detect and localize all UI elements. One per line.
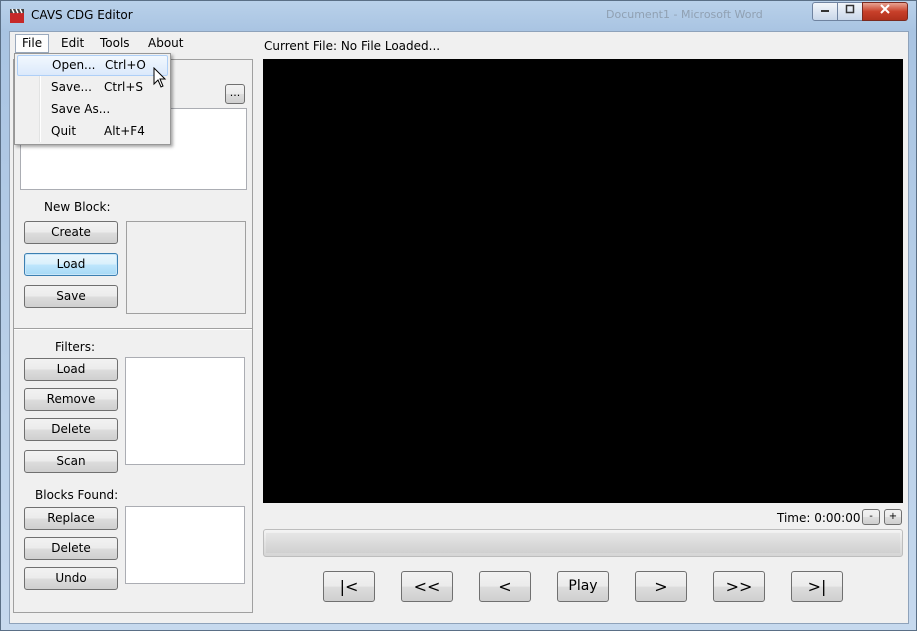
current-file-label: Current File: No File Loaded...	[264, 39, 441, 53]
app-window: CAVS CDG Editor Document1 - Microsoft Wo…	[0, 0, 917, 631]
remove-filter-button[interactable]: Remove	[24, 388, 118, 411]
minimize-icon	[821, 10, 829, 12]
undo-button[interactable]: Undo	[24, 567, 118, 590]
menu-quit[interactable]: Quit Alt+F4	[17, 121, 168, 142]
blocks-found-listbox[interactable]	[125, 506, 245, 584]
menu-tools[interactable]: Tools	[94, 34, 136, 53]
fast-forward-button[interactable]: >>	[713, 571, 765, 602]
menu-save-as[interactable]: Save As...	[17, 99, 168, 120]
menu-file[interactable]: File	[15, 34, 50, 53]
menu-save-shortcut: Ctrl+S	[104, 80, 144, 94]
menu-save[interactable]: Save... Ctrl+S	[17, 77, 168, 98]
filters-heading: Filters:	[55, 340, 96, 354]
block-preview	[126, 221, 246, 314]
filters-listbox[interactable]	[125, 357, 245, 465]
menu-edit[interactable]: Edit	[55, 34, 90, 53]
last-frame-button[interactable]: >|	[791, 571, 843, 602]
clapperboard-icon	[10, 8, 24, 23]
seek-bar-track	[266, 533, 900, 553]
create-block-button[interactable]: Create	[24, 221, 118, 244]
load-filter-button[interactable]: Load	[24, 358, 118, 381]
window-title: CAVS CDG Editor	[31, 8, 133, 22]
play-button[interactable]: Play	[557, 571, 609, 602]
rewind-button[interactable]: <<	[401, 571, 453, 602]
menu-bar: File Edit Tools About	[10, 32, 252, 54]
menu-save-label: Save...	[51, 80, 92, 94]
file-menu-dropdown: Open... Ctrl+O Save... Ctrl+S Save As...…	[14, 53, 171, 145]
video-display	[263, 59, 903, 503]
replace-button[interactable]: Replace	[24, 507, 118, 530]
browse-button[interactable]: ...	[225, 84, 245, 104]
zoom-in-button[interactable]: +	[884, 509, 902, 525]
title-bar[interactable]: CAVS CDG Editor Document1 - Microsoft Wo…	[1, 1, 916, 31]
previous-frame-button[interactable]: <	[479, 571, 531, 602]
panel-divider	[14, 328, 252, 330]
menu-open-shortcut: Ctrl+O	[105, 58, 146, 72]
menu-open-label: Open...	[52, 58, 96, 72]
menu-quit-label: Quit	[51, 124, 77, 138]
zoom-out-button[interactable]: -	[862, 509, 880, 525]
minimize-button[interactable]	[812, 2, 838, 21]
new-block-heading: New Block:	[44, 200, 111, 214]
close-button[interactable]	[862, 2, 908, 21]
maximize-button[interactable]	[837, 2, 863, 21]
scan-button[interactable]: Scan	[24, 450, 118, 473]
menu-quit-shortcut: Alt+F4	[104, 124, 145, 138]
maximize-icon	[845, 4, 855, 14]
background-window-title: Document1 - Microsoft Word	[606, 8, 763, 21]
delete-block-button[interactable]: Delete	[24, 537, 118, 560]
save-block-button[interactable]: Save	[24, 285, 118, 308]
seek-bar[interactable]	[263, 529, 903, 557]
delete-filter-button[interactable]: Delete	[24, 418, 118, 441]
menu-about[interactable]: About	[142, 34, 189, 53]
first-frame-button[interactable]: |<	[323, 571, 375, 602]
next-frame-button[interactable]: >	[635, 571, 687, 602]
load-block-button[interactable]: Load	[24, 253, 118, 276]
mouse-pointer-icon	[153, 67, 167, 88]
menu-save-as-label: Save As...	[51, 102, 111, 116]
menu-open[interactable]: Open... Ctrl+O	[17, 55, 168, 76]
time-label: Time: 0:00:00	[777, 511, 861, 525]
close-icon	[880, 4, 890, 14]
blocks-found-heading: Blocks Found:	[35, 488, 119, 502]
